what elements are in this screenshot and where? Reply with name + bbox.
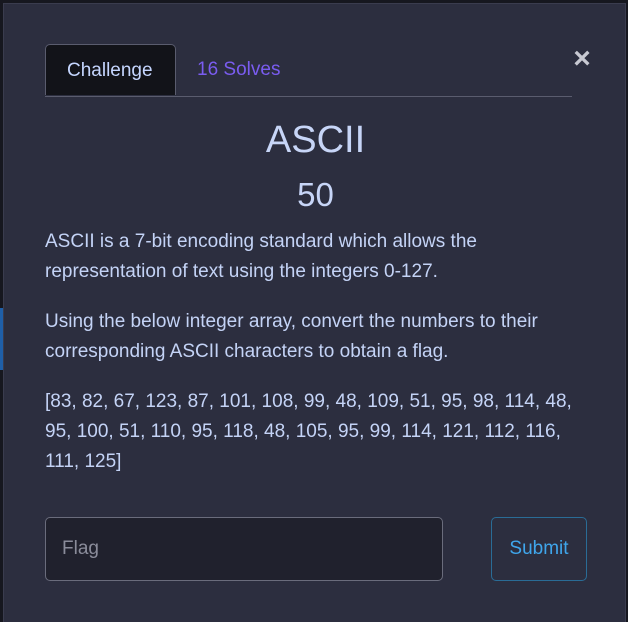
flag-input[interactable] xyxy=(45,517,443,581)
close-icon[interactable]: × xyxy=(569,44,595,74)
description-paragraph-2: Using the below integer array, convert t… xyxy=(45,307,585,367)
tab-challenge[interactable]: Challenge xyxy=(45,44,176,95)
challenge-modal: × Challenge 16 Solves ASCII 50 ASCII is … xyxy=(3,3,626,622)
description-paragraph-1: ASCII is a 7-bit encoding standard which… xyxy=(45,227,585,287)
description-text: Using the below integer array, convert t… xyxy=(45,311,538,362)
modal-tabs: Challenge 16 Solves xyxy=(45,44,572,97)
integer-array-text: [83, 82, 67, 123, 87, 101, 108, 99, 48, … xyxy=(45,391,572,472)
challenge-title: ASCII xyxy=(265,119,366,161)
tab-solves[interactable]: 16 Solves xyxy=(176,44,301,95)
challenge-points: 50 xyxy=(297,176,334,213)
integer-array: [83, 82, 67, 123, 87, 101, 108, 99, 48, … xyxy=(45,387,585,477)
submit-button[interactable]: Submit xyxy=(491,517,587,581)
description-text: ASCII is a 7-bit encoding standard which… xyxy=(45,231,477,282)
